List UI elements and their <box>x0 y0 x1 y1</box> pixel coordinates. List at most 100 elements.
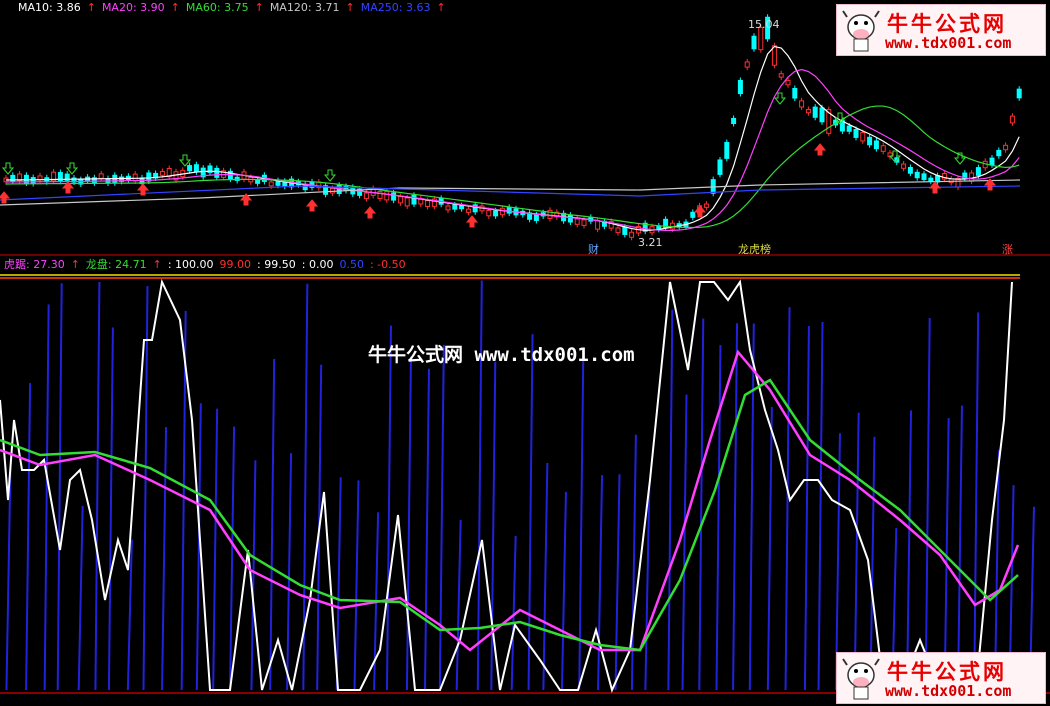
blue-spike-line <box>748 323 755 691</box>
blue-spike-line <box>455 519 462 691</box>
candle-down <box>724 141 730 159</box>
blue-spike-line <box>527 334 534 691</box>
candle-up <box>1003 144 1009 151</box>
blue-spike-line <box>698 318 705 691</box>
candle-down <box>928 177 934 182</box>
sell-arrow-icon <box>323 169 337 182</box>
candle-down <box>459 205 465 210</box>
candle-up <box>384 191 390 201</box>
site-logo-bottom: 牛牛公式网 www.tdx001.com <box>836 652 1046 704</box>
candle-up <box>799 100 805 108</box>
candle-up <box>581 219 587 226</box>
blue-spike-line <box>94 281 101 691</box>
candle-up <box>397 196 403 204</box>
huju-line <box>0 349 1020 652</box>
ma20-line <box>5 68 1020 232</box>
blue-spike-line <box>5 467 12 691</box>
candle-down <box>567 214 573 223</box>
candle-down <box>921 173 927 181</box>
candle-up <box>363 192 369 200</box>
blue-spike-line <box>107 327 114 691</box>
sub-top-line-lower <box>0 277 1020 279</box>
event-zhang-label[interactable]: 涨 <box>1002 241 1013 257</box>
candle-up <box>465 208 471 213</box>
candle-up <box>404 197 410 207</box>
blue-spike-line <box>286 453 293 691</box>
panel-divider <box>0 254 1050 256</box>
blue-spike-line <box>335 477 342 691</box>
blue-spike-line <box>803 325 810 691</box>
buy-arrow-icon <box>465 215 479 228</box>
candle-down <box>996 149 1002 157</box>
blue-spike-line <box>630 434 637 691</box>
sell-arrow-icon <box>773 92 787 105</box>
candle-up <box>629 231 635 238</box>
candle-down <box>214 167 220 178</box>
buy-arrow-icon <box>363 206 377 219</box>
blue-spike-line <box>542 462 549 691</box>
candle-down <box>493 210 499 217</box>
blue-spike-line <box>667 309 674 691</box>
blue-spike-line <box>161 427 168 691</box>
candle-up <box>744 61 750 68</box>
candle-down <box>30 177 36 185</box>
candle-down <box>792 87 798 99</box>
candle-down <box>255 179 261 184</box>
blue-spike-line <box>924 318 931 691</box>
candle-down <box>411 194 417 205</box>
blue-spike-line <box>956 405 963 691</box>
candle-up <box>329 187 335 194</box>
blue-spike-line <box>614 474 621 691</box>
candle-up <box>901 163 907 169</box>
candle-down <box>533 214 539 221</box>
candle-up <box>486 209 492 217</box>
buy-arrow-icon <box>0 191 11 204</box>
blue-spike-line <box>229 426 236 691</box>
site-logo-top: 牛牛公式网 www.tdx001.com <box>836 4 1046 56</box>
blue-spike-line <box>766 406 773 691</box>
blue-spike-line <box>25 383 32 691</box>
watermark-text: 牛牛公式网 www.tdx001.com <box>368 344 635 366</box>
candle-up <box>1009 115 1015 124</box>
candle-up <box>425 199 431 208</box>
buy-arrow-icon <box>928 181 942 194</box>
sell-arrow-icon <box>65 162 79 175</box>
candle-down <box>907 167 913 174</box>
candle-down <box>819 107 825 123</box>
blue-spike-line <box>43 304 50 691</box>
high-price-label: 15.04 <box>748 18 780 31</box>
candle-up <box>969 172 975 182</box>
buy-arrow-icon <box>813 143 827 156</box>
candle-up <box>499 207 505 216</box>
candle-down <box>853 129 859 138</box>
blue-spike-line <box>732 323 739 691</box>
candle-down <box>914 171 920 179</box>
event-cai-label[interactable]: 财 <box>588 241 599 257</box>
blue-spike-line <box>853 412 860 691</box>
candle-down <box>1016 88 1022 99</box>
cow-mascot-icon <box>842 658 880 700</box>
candle-down <box>622 226 628 235</box>
blue-spike-line <box>423 368 430 691</box>
blue-spike-line <box>353 480 360 691</box>
candle-up <box>860 132 866 142</box>
blue-spike-line <box>438 344 445 691</box>
candle-up <box>268 181 274 187</box>
candle-down <box>391 192 397 201</box>
logo-url: www.tdx001.com <box>885 682 1012 700</box>
candle-down <box>690 211 696 218</box>
ma60-line <box>5 105 1020 229</box>
candle-up <box>703 203 709 208</box>
blue-spike-line <box>385 325 392 691</box>
blue-spike-line <box>250 460 257 691</box>
blue-spike-line <box>906 410 913 691</box>
candle-down <box>751 35 757 50</box>
candle-down <box>731 117 737 124</box>
candle-down <box>193 164 199 173</box>
candle-up <box>377 190 383 200</box>
candle-up <box>669 222 675 230</box>
candle-up <box>98 173 104 179</box>
event-longhu-label[interactable]: 龙虎榜 <box>738 241 771 257</box>
candle-up <box>445 205 451 211</box>
sell-arrow-icon <box>178 154 192 167</box>
